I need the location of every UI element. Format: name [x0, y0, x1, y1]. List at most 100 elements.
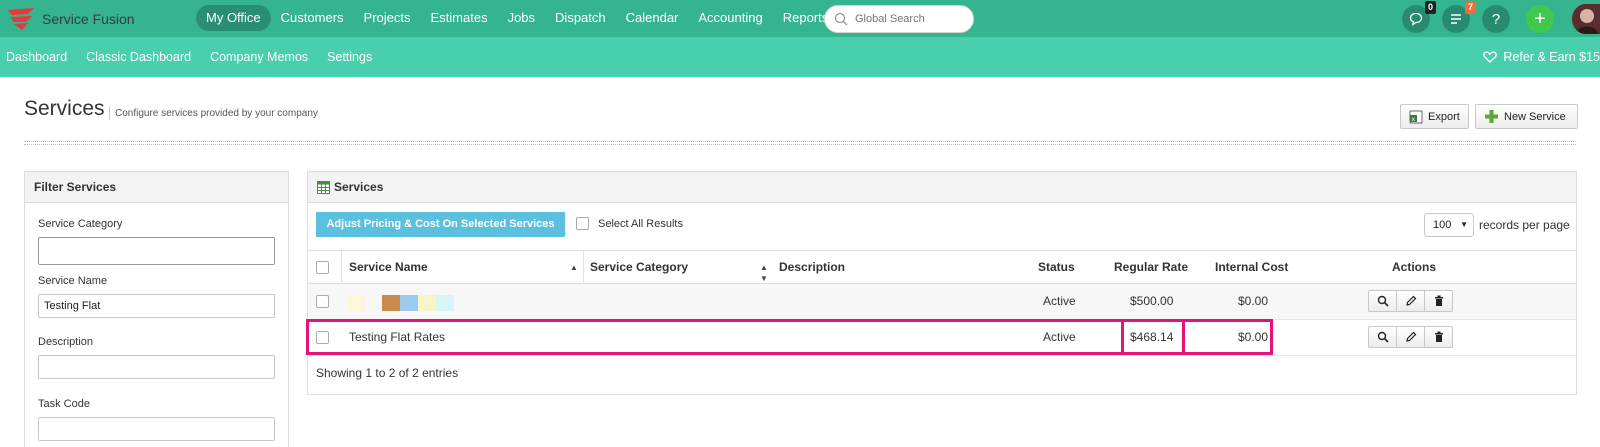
filter-services-panel: Filter Services Service Category Service…	[24, 171, 289, 447]
add-green-icon	[1484, 109, 1499, 124]
quick-add-button[interactable]: +	[1526, 5, 1554, 33]
subnav-classic-dashboard[interactable]: Classic Dashboard	[86, 50, 191, 64]
magnifier-icon	[1377, 295, 1389, 307]
subnav-dashboard[interactable]: Dashboard	[6, 50, 67, 64]
notification-count-badge: 7	[1465, 1, 1477, 14]
heart-icon	[1483, 51, 1498, 63]
regular-rate-cell: $500.00	[1130, 294, 1174, 308]
select-all-results[interactable]: Select All Results	[576, 217, 683, 230]
records-per-page-select[interactable]: 100 ▼	[1424, 213, 1474, 237]
pencil-icon	[1405, 331, 1416, 342]
service-category-label: Service Category	[38, 218, 123, 230]
col-status[interactable]: Status	[1038, 251, 1075, 284]
services-panel-header: Services	[308, 172, 1576, 203]
nav-calendar[interactable]: Calendar	[616, 5, 689, 31]
export-button[interactable]: x Export	[1400, 104, 1469, 129]
column-divider	[341, 251, 342, 284]
table-grid-icon	[317, 181, 330, 194]
nav-dispatch[interactable]: Dispatch	[545, 5, 616, 31]
col-service-name[interactable]: Service Name	[349, 251, 428, 284]
nav-customers[interactable]: Customers	[271, 5, 354, 31]
main-nav: My Office Customers Projects Estimates J…	[196, 5, 838, 31]
list-icon	[1451, 14, 1461, 24]
avatar-image	[1572, 4, 1600, 34]
view-button[interactable]	[1368, 290, 1397, 312]
global-search-input[interactable]	[855, 10, 965, 28]
row-select-checkbox[interactable]	[316, 295, 329, 308]
select-all-checkbox[interactable]	[576, 217, 589, 230]
redacted-block	[436, 295, 454, 311]
service-name-input[interactable]: Testing Flat	[38, 294, 275, 318]
export-label: Export	[1428, 110, 1460, 123]
svg-text:x: x	[1412, 116, 1416, 123]
sub-navigation-bar: Dashboard Classic Dashboard Company Memo…	[0, 37, 1600, 77]
top-navigation-bar: Service Fusion My Office Customers Proje…	[0, 0, 1600, 37]
refer-label: Refer & Earn $15	[1503, 50, 1600, 64]
delete-button[interactable]	[1424, 290, 1453, 312]
trash-icon	[1434, 295, 1443, 306]
logo-flame-icon	[8, 8, 34, 30]
sort-both-icon[interactable]: ▲ ▼	[760, 262, 768, 284]
edit-button[interactable]	[1396, 290, 1425, 312]
service-fusion-logo[interactable]: Service Fusion	[4, 6, 135, 32]
global-search[interactable]	[824, 5, 974, 33]
user-avatar[interactable]	[1572, 4, 1600, 34]
app-name: Service Fusion	[42, 11, 135, 27]
magnifier-icon	[1377, 331, 1389, 343]
description-input[interactable]	[38, 355, 275, 379]
nav-my-office[interactable]: My Office	[196, 5, 271, 31]
records-per-page-label: records per page	[1479, 218, 1570, 232]
filter-panel-title: Filter Services	[25, 172, 288, 203]
col-regular-rate[interactable]: Regular Rate	[1114, 251, 1188, 284]
redacted-block	[348, 295, 366, 311]
subnav-settings[interactable]: Settings	[327, 50, 372, 64]
services-panel: Services Adjust Pricing & Cost On Select…	[307, 171, 1577, 395]
service-category-input[interactable]	[38, 237, 275, 265]
delete-button[interactable]	[1424, 326, 1453, 348]
task-code-input[interactable]	[38, 417, 275, 441]
row-actions	[1368, 290, 1453, 312]
header-divider	[24, 141, 1576, 145]
row-actions	[1368, 326, 1453, 348]
services-panel-title: Services	[334, 180, 384, 194]
sort-asc-icon[interactable]: ▲	[570, 251, 578, 284]
chat-count-badge: 0	[1425, 1, 1437, 14]
select-all-label: Select All Results	[598, 217, 683, 230]
redacted-block	[382, 295, 400, 311]
header-select-checkbox[interactable]	[316, 261, 329, 274]
subnav-company-memos[interactable]: Company Memos	[210, 50, 308, 64]
nav-jobs[interactable]: Jobs	[498, 5, 545, 31]
help-icon: ?	[1491, 10, 1501, 28]
plus-icon: +	[1534, 7, 1546, 30]
column-divider	[583, 251, 584, 284]
task-code-label: Task Code	[38, 398, 90, 410]
excel-icon: x	[1409, 110, 1423, 124]
col-internal-cost: Internal Cost	[1215, 260, 1289, 274]
highlight-rate-annotation	[1121, 319, 1185, 355]
pencil-icon	[1405, 295, 1416, 306]
help-button[interactable]: ?	[1482, 5, 1510, 33]
records-per-page-value: 100	[1433, 219, 1452, 231]
nav-accounting[interactable]: Accounting	[688, 5, 772, 31]
edit-button[interactable]	[1396, 326, 1425, 348]
status-cell: Active	[1043, 294, 1076, 308]
refer-and-earn-link[interactable]: Refer & Earn $15	[1483, 37, 1600, 77]
table-row[interactable]: Active $500.00 $0.00	[308, 284, 1576, 320]
trash-icon	[1434, 331, 1443, 342]
page-title: Services	[24, 97, 105, 120]
chat-bubble-icon	[1409, 12, 1423, 26]
new-service-button[interactable]: New Service	[1475, 104, 1578, 129]
new-service-label: New Service	[1504, 110, 1566, 123]
redacted-block	[418, 295, 436, 311]
col-service-category[interactable]: Service Category	[590, 251, 688, 284]
service-name-label: Service Name	[38, 275, 108, 287]
internal-cost-cell: $0.00	[1238, 294, 1269, 308]
nav-projects[interactable]: Projects	[354, 5, 421, 31]
col-description[interactable]: Description	[779, 251, 845, 284]
nav-estimates[interactable]: Estimates	[421, 5, 498, 31]
redacted-block	[400, 295, 418, 311]
description-label: Description	[38, 336, 94, 348]
adjust-pricing-button[interactable]: Adjust Pricing & Cost On Selected Servic…	[316, 212, 565, 237]
showing-entries-text: Showing 1 to 2 of 2 entries	[316, 366, 459, 380]
view-button[interactable]	[1368, 326, 1397, 348]
